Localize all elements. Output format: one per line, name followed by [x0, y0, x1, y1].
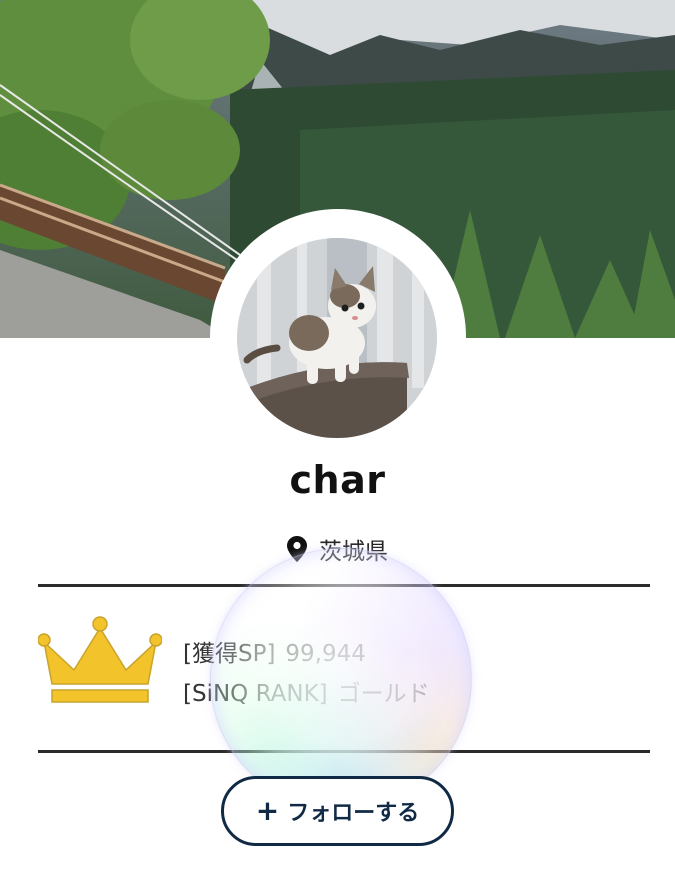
crown-icon — [38, 614, 162, 708]
location: 茨城県 — [0, 532, 675, 566]
location-pin-icon — [287, 536, 307, 562]
username: char — [289, 458, 386, 502]
sp-label: [獲得SP] — [183, 641, 276, 667]
user-stats: [獲得SP] 99,944 [SiNQ RANK] ゴールド — [183, 634, 430, 714]
divider — [38, 584, 650, 587]
rank-label: [SiNQ RANK] — [183, 681, 328, 707]
follow-button-label: フォローする — [287, 801, 420, 826]
avatar[interactable] — [237, 238, 437, 438]
follow-button[interactable]: + フォローする — [221, 776, 454, 846]
rank-row: [SiNQ RANK] ゴールド — [183, 674, 430, 714]
sp-value: 99,944 — [285, 641, 366, 667]
divider — [38, 750, 650, 753]
sp-row: [獲得SP] 99,944 — [183, 634, 430, 674]
rank-value: ゴールド — [337, 681, 430, 707]
location-text: 茨城県 — [319, 539, 388, 565]
plus-icon: + — [255, 794, 280, 827]
